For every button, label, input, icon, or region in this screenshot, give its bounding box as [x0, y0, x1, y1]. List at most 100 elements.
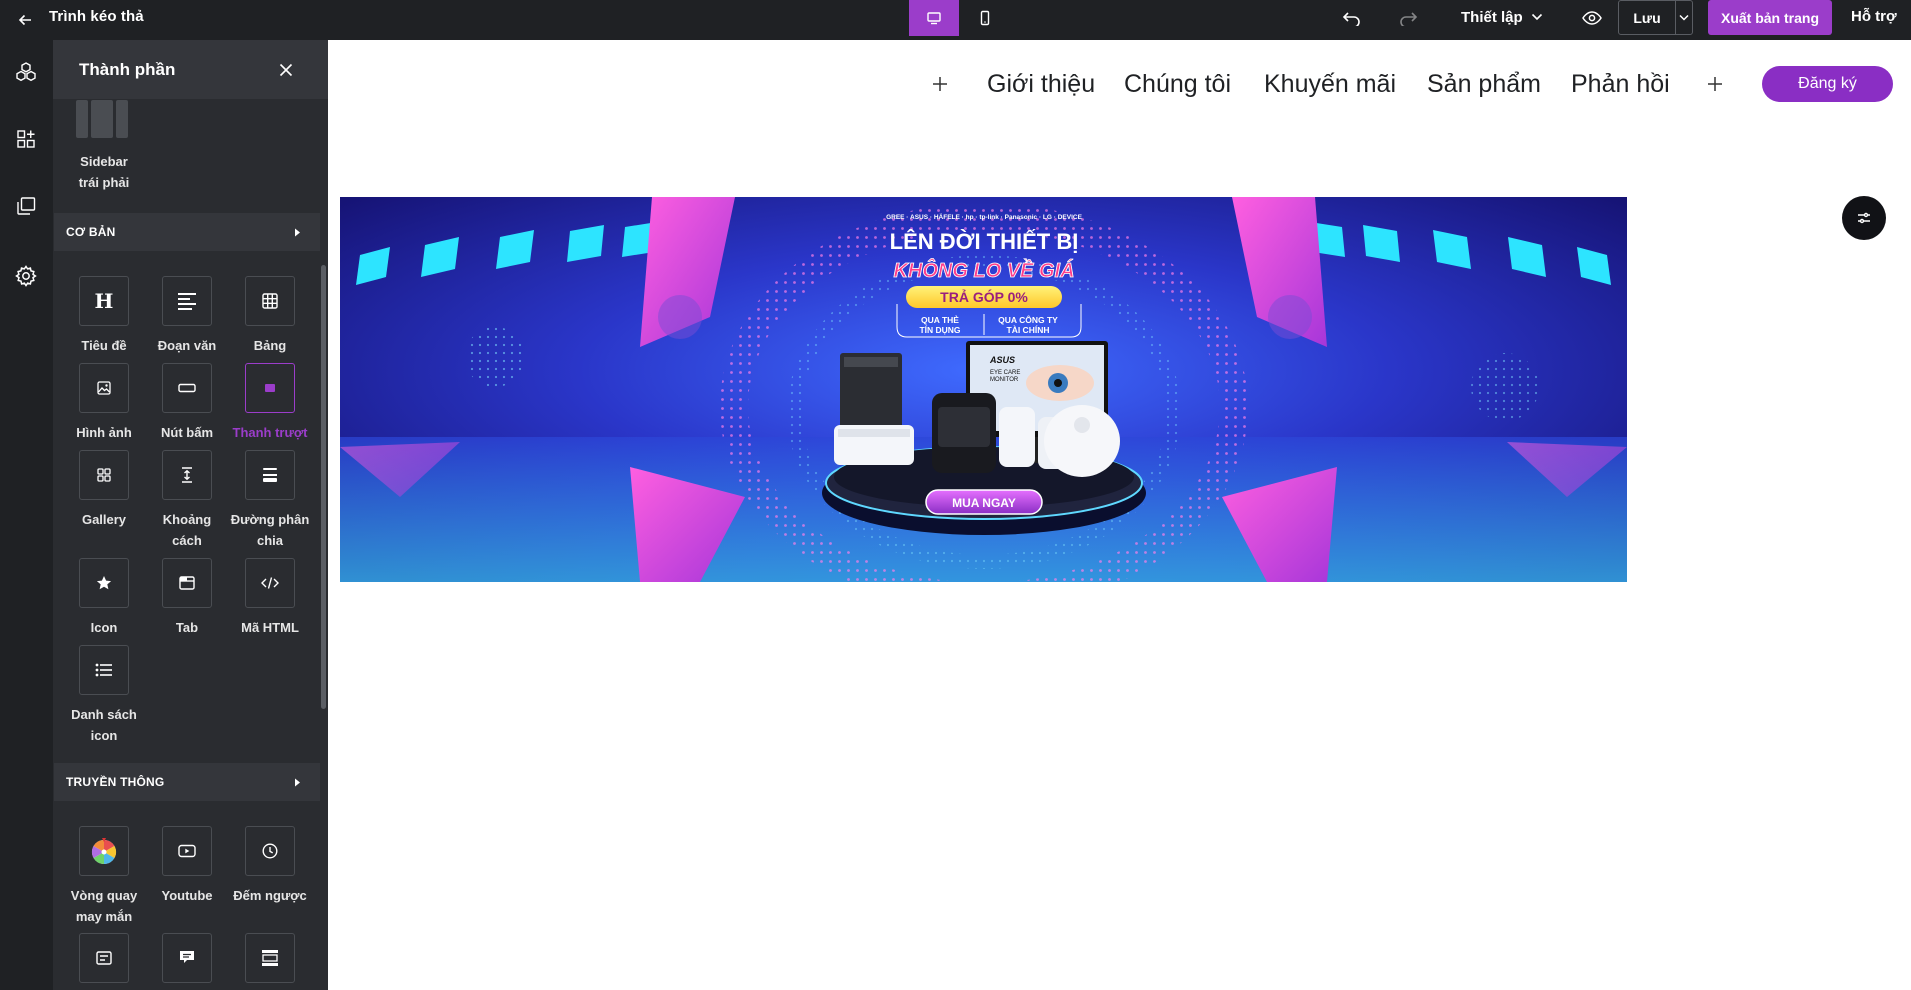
- add-widget-icon[interactable]: [12, 125, 40, 153]
- gear-icon[interactable]: [12, 262, 40, 290]
- back-arrow-icon[interactable]: [14, 9, 36, 31]
- component-label: Đường phân chia: [230, 512, 310, 548]
- section-basic-header[interactable]: CƠ BẢN: [54, 213, 321, 251]
- component-lucky-wheel[interactable]: Vòng quay may mắn: [62, 826, 146, 927]
- monitor-text-2: MONITOR: [990, 377, 1019, 383]
- component-spacer[interactable]: Khoảng cách: [145, 450, 229, 551]
- nav-item-us[interactable]: Chúng tôi: [1124, 64, 1231, 104]
- caret-right-icon: [295, 778, 300, 786]
- banner-cta-text: MUA NGAY: [952, 496, 1016, 510]
- caret-right-icon: [295, 228, 300, 236]
- left-icon-rail: [0, 40, 53, 990]
- redo-icon[interactable]: [1396, 8, 1420, 28]
- component-image[interactable]: Hình ảnh: [62, 363, 146, 443]
- components-cubes-icon[interactable]: [12, 58, 40, 86]
- mobile-view-button[interactable]: [960, 0, 1010, 36]
- promo-banner-slider[interactable]: GREE · ASUS · HÄFELE · hp · tp-link · Pa…: [340, 197, 1627, 582]
- monitor-text-1: EYE CARE: [990, 370, 1020, 376]
- component-label: Khoảng cách: [162, 512, 212, 548]
- settings-dropdown[interactable]: Thiết lập: [1461, 0, 1543, 34]
- desktop-view-button[interactable]: [909, 0, 959, 36]
- mobile-icon: [980, 10, 990, 26]
- image-icon: [97, 381, 111, 395]
- component-label: Tab: [175, 620, 199, 635]
- paragraph-icon: [178, 293, 196, 310]
- nav-item-products[interactable]: Sản phẩm: [1427, 64, 1541, 104]
- banner-headline-2: KHÔNG LO VỀ GIÁ: [893, 258, 1074, 282]
- slider-icon: [265, 384, 275, 392]
- component-button[interactable]: Nút bấm: [145, 363, 229, 443]
- component-label: Hình ảnh: [76, 425, 132, 440]
- component-label: Bảng: [253, 338, 287, 353]
- component-table[interactable]: Bảng: [228, 276, 312, 356]
- help-link[interactable]: Hỗ trợ: [1851, 0, 1897, 34]
- preview-eye-icon[interactable]: [1580, 8, 1604, 28]
- component-label: Gallery: [81, 512, 127, 527]
- installment-badge: TRẢ GÓP 0%: [940, 288, 1028, 305]
- gallery-icon: [97, 468, 111, 482]
- component-html-code[interactable]: Mã HTML: [228, 558, 312, 638]
- component-label: Nút bấm: [161, 425, 213, 440]
- component-label: Icon: [90, 620, 118, 635]
- component-tab[interactable]: Tab: [145, 558, 229, 638]
- code-icon: [261, 577, 279, 589]
- add-menu-item-icon[interactable]: [1703, 72, 1727, 96]
- component-label: Đoạn văn: [157, 338, 217, 353]
- component-label: Đếm ngược: [233, 888, 307, 903]
- component-section-block[interactable]: [228, 933, 312, 983]
- component-testimonial[interactable]: [145, 933, 229, 983]
- add-menu-item-icon[interactable]: [928, 72, 952, 96]
- close-icon[interactable]: [275, 59, 297, 81]
- section-settings-button[interactable]: [1842, 196, 1886, 240]
- option-credit-card-line2: TÍN DỤNG: [919, 325, 960, 335]
- icon-list-icon: [95, 663, 112, 677]
- save-button-group: Lưu: [1618, 0, 1693, 35]
- save-options-button[interactable]: [1675, 1, 1692, 34]
- component-text-box[interactable]: [62, 933, 146, 983]
- table-icon: [262, 293, 278, 309]
- app-title: Trình kéo thả: [49, 8, 144, 25]
- section-media-header[interactable]: TRUYỀN THÔNG: [54, 763, 321, 801]
- pages-icon[interactable]: [12, 192, 40, 220]
- component-label: Tiêu đề: [81, 338, 127, 353]
- register-button[interactable]: Đăng ký: [1762, 66, 1893, 102]
- option-finance-company-line1: QUA CÔNG TY: [998, 314, 1058, 325]
- component-label: Danh sách icon: [71, 707, 137, 743]
- component-countdown[interactable]: Đếm ngược: [228, 826, 312, 906]
- nav-item-promotion[interactable]: Khuyến mãi: [1264, 64, 1396, 104]
- component-label: Sidebar trái phải: [78, 154, 130, 190]
- component-gallery[interactable]: Gallery: [62, 450, 146, 530]
- save-button[interactable]: Lưu: [1619, 1, 1675, 34]
- undo-icon[interactable]: [1340, 8, 1364, 28]
- component-label: Thanh trượt: [232, 425, 308, 440]
- text-box-icon: [96, 951, 112, 965]
- panel-scrollbar-thumb[interactable]: [321, 265, 326, 709]
- sidebar-layout-icon: [76, 100, 132, 140]
- chevron-down-icon: [1531, 13, 1542, 21]
- component-divider[interactable]: Đường phân chia: [228, 450, 312, 551]
- desktop-icon: [927, 12, 941, 25]
- site-navigation: Giới thiệu Chúng tôi Khuyến mãi Sản phẩm…: [328, 64, 1911, 104]
- component-heading[interactable]: H Tiêu đề: [62, 276, 146, 356]
- nav-item-about[interactable]: Giới thiệu: [987, 64, 1095, 104]
- component-sidebar[interactable]: Sidebar trái phải: [62, 100, 146, 193]
- option-finance-company-line2: TÀI CHÍNH: [1007, 325, 1050, 335]
- component-label: Mã HTML: [241, 620, 299, 635]
- divider-icon: [263, 468, 277, 482]
- component-label: Vòng quay may mắn: [70, 888, 138, 924]
- component-youtube[interactable]: Youtube: [145, 826, 229, 906]
- component-icon-list[interactable]: Danh sách icon: [62, 645, 146, 746]
- promo-banner-image: GREE · ASUS · HÄFELE · hp · tp-link · Pa…: [340, 197, 1627, 582]
- component-paragraph[interactable]: Đoạn văn: [145, 276, 229, 356]
- settings-label: Thiết lập: [1461, 8, 1523, 26]
- heading-icon: H: [94, 289, 114, 313]
- component-slider[interactable]: Thanh trượt: [228, 363, 312, 443]
- lucky-wheel-icon: [91, 838, 117, 864]
- tab-icon: [179, 576, 195, 590]
- component-icon[interactable]: Icon: [62, 558, 146, 638]
- section-block-icon: [262, 950, 278, 966]
- nav-item-feedback[interactable]: Phản hồi: [1571, 64, 1670, 104]
- publish-button[interactable]: Xuất bản trang: [1708, 0, 1832, 35]
- component-label: Youtube: [161, 888, 213, 903]
- sliders-icon: [1858, 212, 1870, 224]
